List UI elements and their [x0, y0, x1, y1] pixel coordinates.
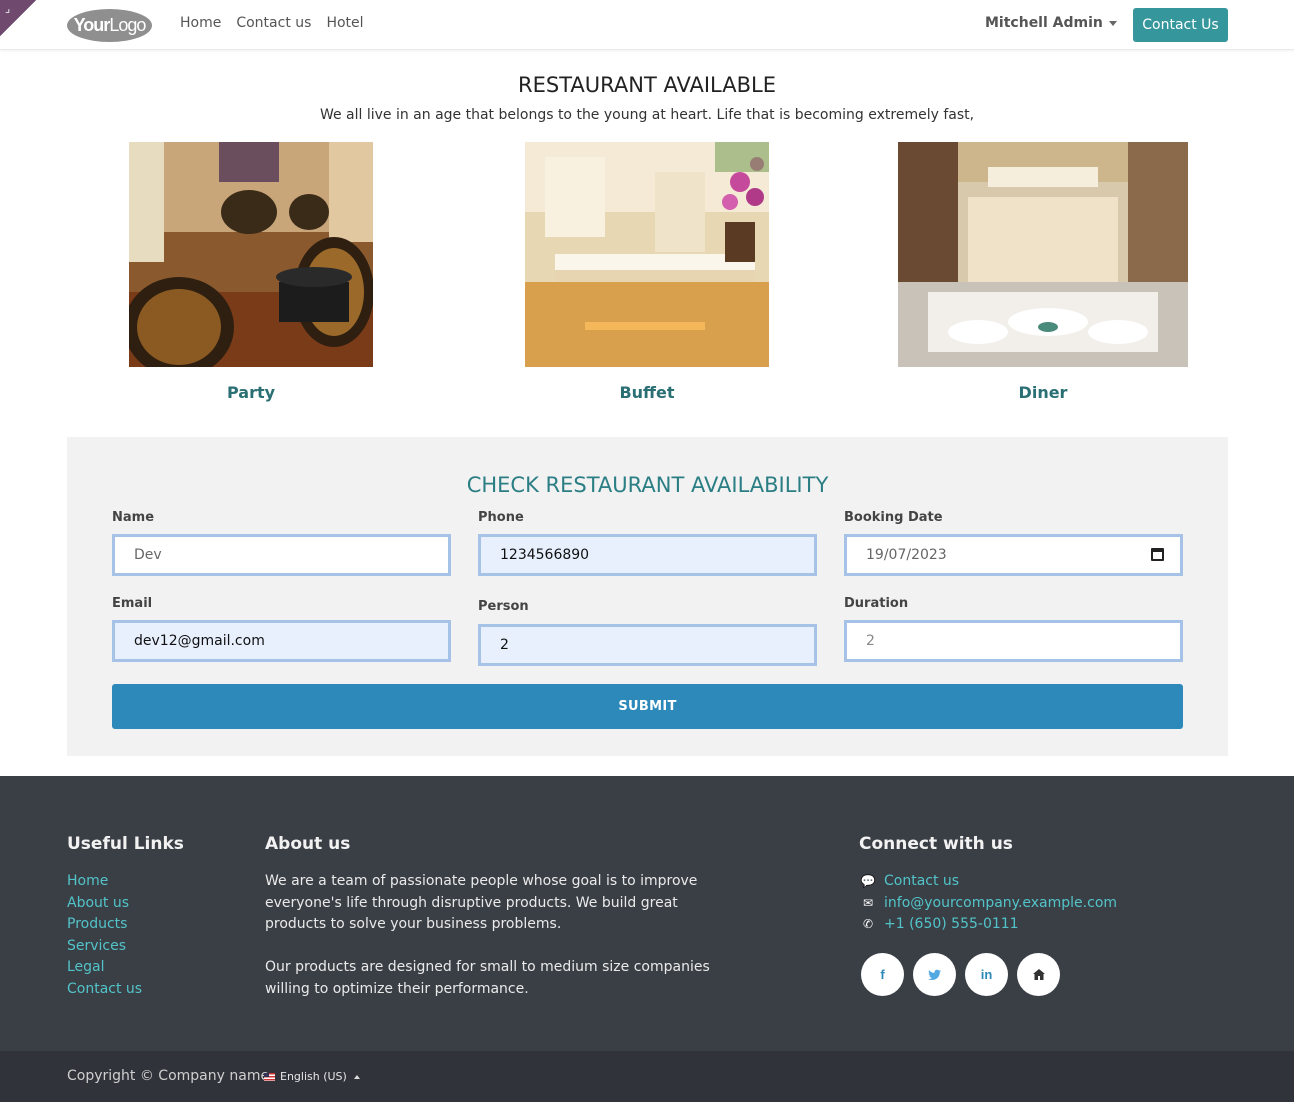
name-label: Name — [112, 510, 155, 525]
connect-list: 💬 Contact us ✉ info@yourcompany.example.co… — [859, 871, 1118, 936]
envelope-icon: ✉ — [862, 895, 874, 910]
email-label: Email — [112, 596, 153, 611]
company-logo[interactable]: Your Logo — [67, 9, 152, 42]
section-subtitle: We all live in an age that belongs to th… — [319, 107, 975, 123]
copyright-bar: Copyright © Company name English (US) — [0, 1051, 1294, 1102]
twitter-icon[interactable] — [913, 953, 956, 996]
connect-email[interactable]: ✉ info@yourcompany.example.com — [859, 893, 1117, 915]
us-flag-icon — [264, 1072, 275, 1081]
card-label-buffet[interactable]: Buffet — [525, 383, 769, 402]
chevron-up-icon — [353, 1074, 360, 1079]
language-selector[interactable]: English (US) — [264, 1070, 360, 1083]
about-title: About us — [265, 834, 351, 854]
party-image — [129, 142, 373, 367]
section-title: RESTAURANT AVAILABLE — [518, 73, 776, 97]
useful-links-list: Home About us Products Services Legal Co… — [67, 871, 142, 1001]
email-field[interactable]: dev12@gmail.com — [112, 620, 451, 662]
booking-date-label: Booking Date — [844, 510, 943, 525]
user-menu[interactable]: Mitchell Admin — [985, 15, 1117, 31]
connect-contact[interactable]: 💬 Contact us — [859, 871, 1117, 893]
footer-link-legal[interactable]: Legal — [67, 957, 142, 979]
useful-links-title: Useful Links — [67, 834, 184, 854]
nav-contact-us[interactable]: Contact us — [236, 15, 311, 31]
card-label-party[interactable]: Party — [129, 383, 373, 402]
phone-label: Phone — [478, 510, 524, 525]
form-title: CHECK RESTAURANT AVAILABILITY — [466, 473, 829, 497]
footer-link-services[interactable]: Services — [67, 936, 142, 958]
contact-us-button[interactable]: Contact Us — [1133, 8, 1228, 42]
name-field[interactable]: Dev — [112, 534, 451, 576]
nav-home[interactable]: Home — [180, 15, 221, 31]
duration-label: Duration — [844, 596, 909, 611]
about-text: We are a team of passionate people whose… — [265, 873, 710, 997]
duration-field[interactable]: 2 — [844, 620, 1183, 662]
calendar-icon[interactable] — [1151, 548, 1164, 561]
connect-title: Connect with us — [859, 834, 1013, 854]
edit-corner-icon[interactable]: ⌟ — [0, 0, 36, 36]
facebook-icon[interactable]: f — [861, 953, 904, 996]
submit-button[interactable]: SUBMIT — [112, 684, 1183, 729]
footer-link-products[interactable]: Products — [67, 914, 142, 936]
comment-icon: 💬 — [860, 874, 876, 888]
user-name: Mitchell Admin — [985, 15, 1103, 31]
footer-link-contact[interactable]: Contact us — [67, 979, 142, 1001]
person-label: Person — [478, 599, 529, 614]
person-field[interactable]: 2 — [478, 624, 817, 666]
copyright-text: Copyright © Company name — [67, 1068, 270, 1084]
card-label-diner[interactable]: Diner — [898, 383, 1188, 402]
phone-field[interactable]: 1234566890 — [478, 534, 817, 576]
footer-link-home[interactable]: Home — [67, 871, 142, 893]
footer-link-about[interactable]: About us — [67, 893, 142, 915]
booking-date-field[interactable]: 19/07/2023 — [844, 534, 1183, 576]
availability-form: CHECK RESTAURANT AVAILABILITY Name Dev P… — [67, 437, 1228, 756]
top-navbar: ⌟ Your Logo Home Contact us Hotel Mitchel… — [0, 0, 1294, 50]
footer: Useful Links Home About us Products Serv… — [0, 776, 1294, 1051]
main-nav: Home Contact us Hotel — [180, 15, 364, 31]
connect-phone[interactable]: ✆ +1 (650) 555-0111 — [859, 914, 1117, 936]
buffet-image — [525, 142, 769, 367]
home-icon[interactable] — [1017, 953, 1060, 996]
social-links: f in — [861, 953, 1060, 996]
diner-image — [898, 142, 1188, 367]
nav-hotel[interactable]: Hotel — [326, 15, 363, 31]
linkedin-icon[interactable]: in — [965, 953, 1008, 996]
chevron-down-icon — [1108, 20, 1117, 26]
phone-icon: ✆ — [862, 917, 874, 932]
